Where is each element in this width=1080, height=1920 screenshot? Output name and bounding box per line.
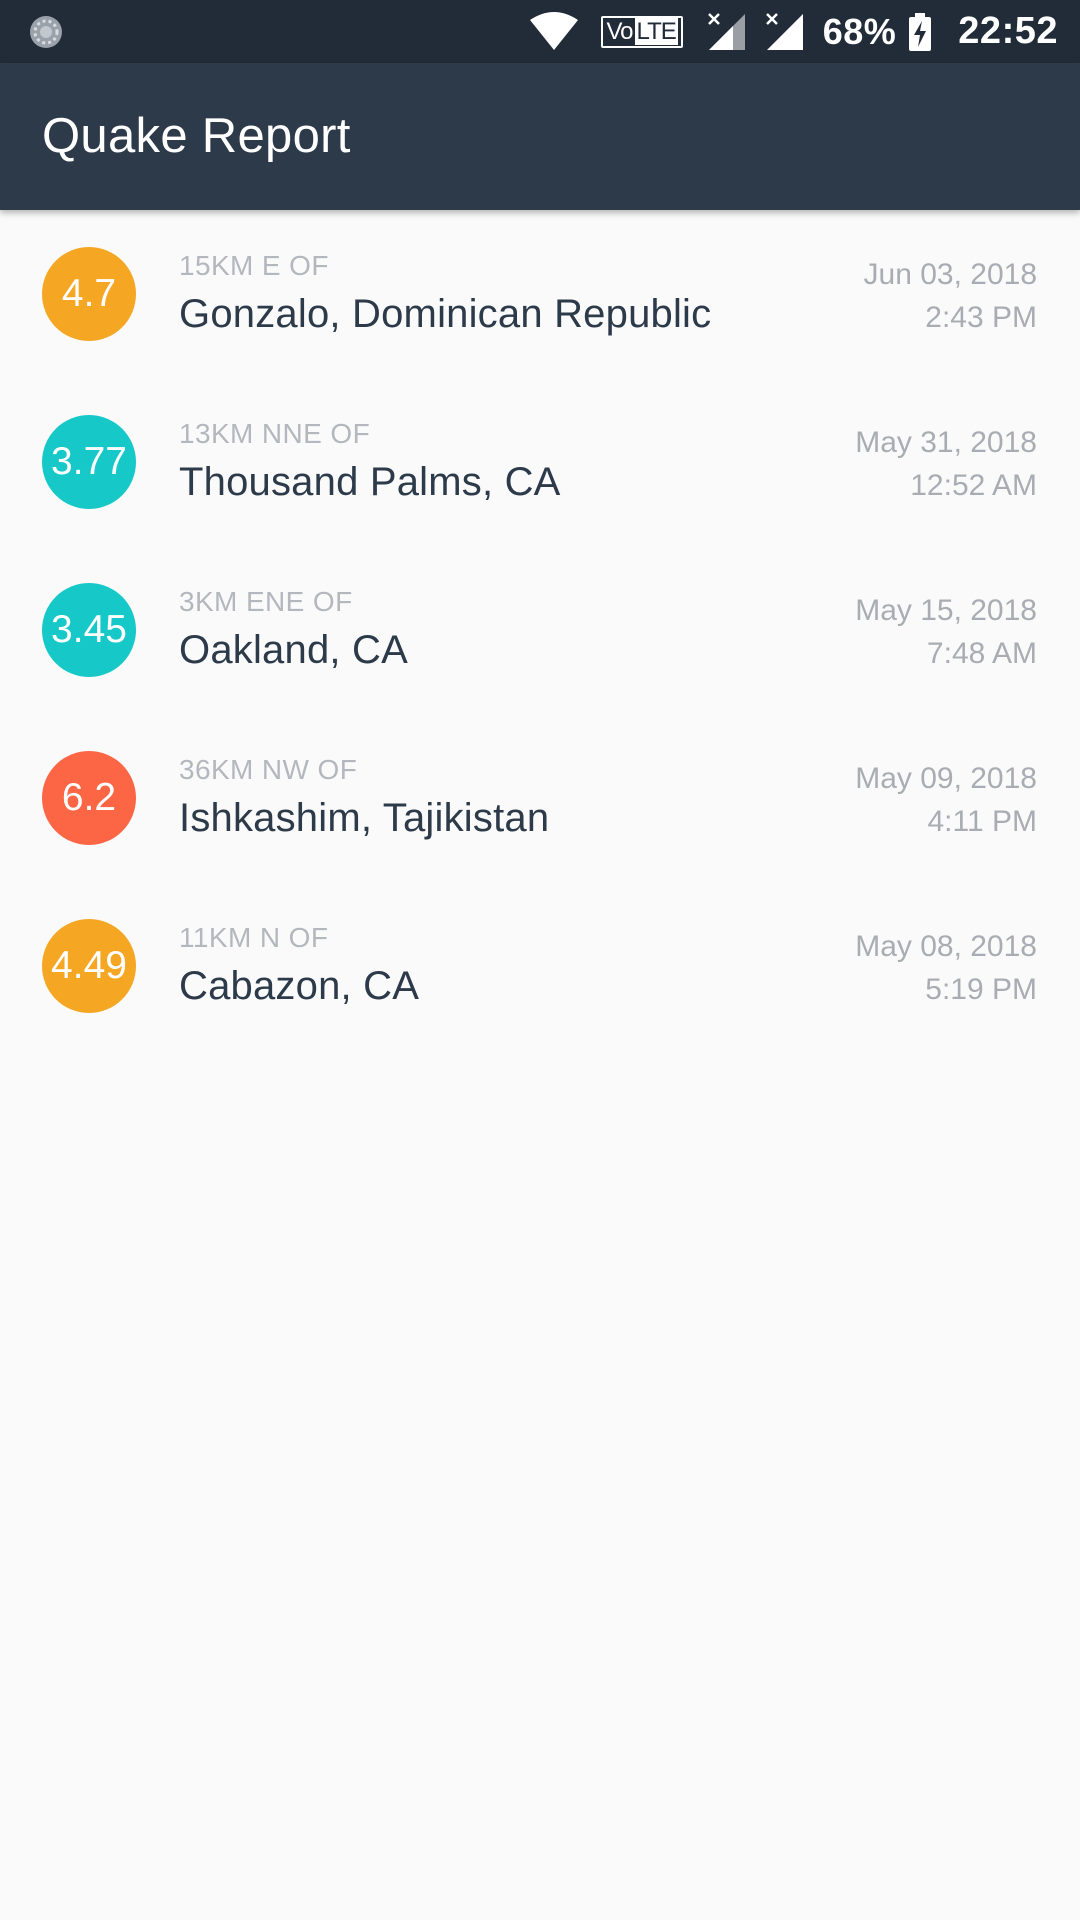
magnitude-badge: 6.2 xyxy=(42,751,136,845)
wifi-icon xyxy=(530,11,579,50)
quake-time: 7:48 AM xyxy=(926,637,1037,670)
magnitude-badge: 4.7 xyxy=(42,247,136,341)
earthquake-list[interactable]: 4.7 15KM E OF Gonzalo, Dominican Republi… xyxy=(0,210,1080,1050)
status-icons: Vo LTE 68% 22:52 xyxy=(529,0,1058,63)
location-offset: 13KM NNE OF xyxy=(179,418,371,449)
earthquake-list-item[interactable]: 3.77 13KM NNE OF Thousand Palms, CA May … xyxy=(0,378,1080,546)
volte-label-vo: Vo xyxy=(606,17,633,45)
status-bar: Vo LTE 68% 22:52 xyxy=(0,0,1080,63)
primary-location: Oakland, CA xyxy=(179,628,408,672)
magnitude-badge: 4.49 xyxy=(42,919,136,1013)
app-bar: Quake Report xyxy=(0,63,1080,210)
quake-date: Jun 03, 2018 xyxy=(863,258,1037,291)
primary-location: Thousand Palms, CA xyxy=(179,460,561,504)
signal-x-icon xyxy=(707,12,745,50)
magnitude-badge: 3.77 xyxy=(42,415,136,509)
quake-date: May 09, 2018 xyxy=(855,762,1037,795)
location-offset: 11KM N OF xyxy=(179,922,329,953)
earthquake-list-item[interactable]: 4.49 11KM N OF Cabazon, CA May 08, 2018 … xyxy=(0,882,1080,1050)
quake-time: 4:11 PM xyxy=(927,805,1038,838)
location-offset: 36KM NW OF xyxy=(179,754,358,785)
status-clock: 22:52 xyxy=(958,10,1058,52)
sync-spinner-icon xyxy=(30,16,62,48)
volte-icon: Vo LTE xyxy=(601,15,683,48)
quake-time: 2:43 PM xyxy=(925,301,1037,334)
volte-label-lte: LTE xyxy=(634,17,678,45)
signal-x-icon xyxy=(765,12,803,50)
quake-report-screen: Vo LTE 68% 22:52 Quake Report 4.7 15KM E… xyxy=(0,0,1080,1920)
quake-date: May 08, 2018 xyxy=(855,930,1037,963)
primary-location: Gonzalo, Dominican Republic xyxy=(179,292,712,336)
location-offset: 3KM ENE OF xyxy=(179,586,353,617)
earthquake-list-item[interactable]: 3.45 3KM ENE OF Oakland, CA May 15, 2018… xyxy=(0,546,1080,714)
primary-location: Ishkashim, Tajikistan xyxy=(179,796,550,840)
quake-time: 12:52 AM xyxy=(910,469,1037,502)
quake-date: May 31, 2018 xyxy=(855,426,1037,459)
earthquake-list-item[interactable]: 4.7 15KM E OF Gonzalo, Dominican Republi… xyxy=(0,210,1080,378)
battery-percent: 68% xyxy=(822,10,897,52)
battery-charging-icon xyxy=(909,12,932,51)
earthquake-list-item[interactable]: 6.2 36KM NW OF Ishkashim, Tajikistan May… xyxy=(0,714,1080,882)
primary-location: Cabazon, CA xyxy=(179,964,420,1008)
magnitude-badge: 3.45 xyxy=(42,583,136,677)
app-title: Quake Report xyxy=(42,109,351,163)
quake-date: May 15, 2018 xyxy=(855,594,1037,627)
quake-time: 5:19 PM xyxy=(925,973,1037,1006)
location-offset: 15KM E OF xyxy=(179,250,329,281)
